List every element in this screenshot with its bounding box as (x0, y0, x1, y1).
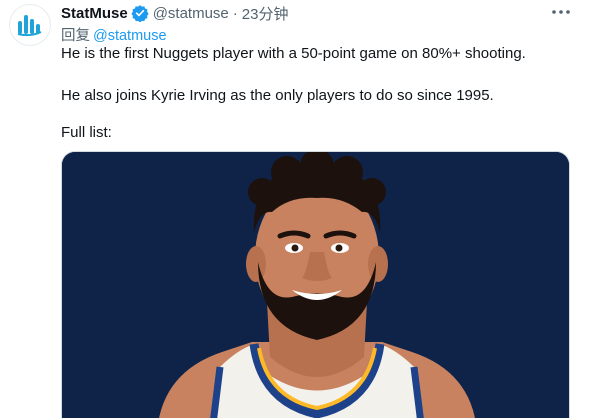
avatar[interactable] (9, 4, 51, 46)
reply-prefix: 回复 (61, 28, 90, 44)
tweet[interactable]: StatMuse @statmuse · 23分钟 回复 @statmuse He… (0, 0, 598, 418)
reply-context: 回复 @statmuse (61, 24, 167, 45)
tweet-header: StatMuse @statmuse · 23分钟 (61, 3, 288, 23)
author-name[interactable]: StatMuse (61, 5, 128, 22)
reply-mention-link[interactable]: @statmuse (93, 28, 167, 44)
verified-badge-icon (131, 4, 149, 22)
timestamp[interactable]: 23分钟 (242, 3, 289, 24)
author-handle[interactable]: @statmuse (153, 5, 229, 22)
more-options-button[interactable] (548, 0, 574, 24)
tweet-media-image[interactable] (61, 151, 570, 418)
tweet-text-line: He also joins Kyrie Irving as the only p… (61, 87, 494, 104)
separator-dot: · (232, 4, 238, 22)
more-horizontal-icon (552, 10, 570, 14)
player-illustration (62, 152, 569, 418)
tweet-text-line: He is the first Nuggets player with a 50… (61, 45, 526, 62)
statmuse-logo-icon (17, 15, 42, 37)
tweet-text-line: Full list: (61, 124, 112, 141)
